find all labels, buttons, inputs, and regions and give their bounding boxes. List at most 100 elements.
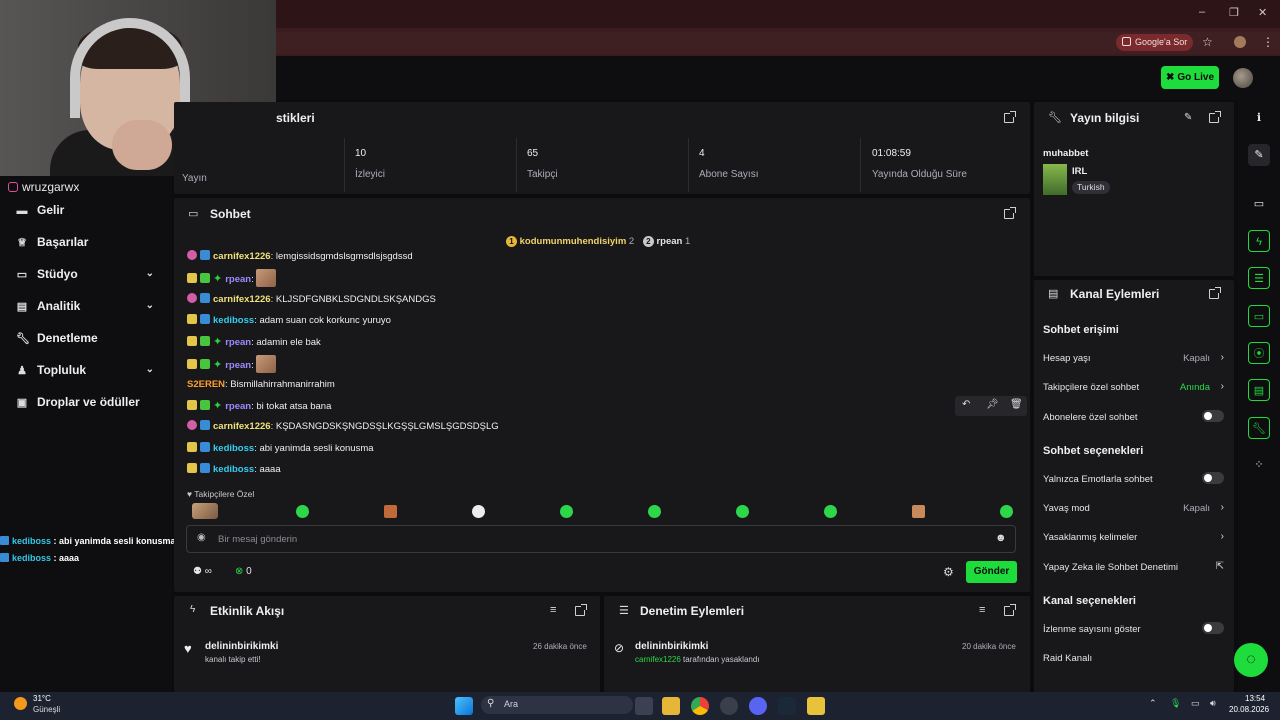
wrench-icon[interactable]: 🔧︎ xyxy=(1248,417,1270,439)
emote-item[interactable] xyxy=(560,505,573,518)
sidebar-item-denetleme[interactable]: 🔧︎ Denetleme xyxy=(16,328,162,348)
minimize-button[interactable]: – xyxy=(1199,6,1205,18)
toggle-switch[interactable] xyxy=(1202,410,1224,422)
chat-username[interactable]: carnifex1226 xyxy=(213,421,271,432)
chat-username[interactable]: rpean xyxy=(225,401,251,412)
popout-icon[interactable] xyxy=(1004,604,1016,616)
emote-item[interactable] xyxy=(472,505,485,518)
clock-time[interactable]: 13:54 xyxy=(1245,694,1265,703)
setting-show-viewcount[interactable]: İzlenme sayısını göster xyxy=(1043,622,1224,635)
chat-username[interactable]: rpean xyxy=(225,360,251,371)
settings-gear-icon[interactable]: ⚙ xyxy=(943,565,954,579)
chat-username[interactable]: kediboss xyxy=(213,315,254,326)
chrome-icon[interactable] xyxy=(691,697,709,715)
emote-item[interactable] xyxy=(648,505,661,518)
chat-username[interactable]: kediboss xyxy=(213,443,254,454)
bookmark-star-icon[interactable]: ☆ xyxy=(1202,35,1213,49)
browser-menu-icon[interactable]: ⋮ xyxy=(1262,35,1274,49)
chat-username[interactable]: S2EREN xyxy=(187,379,225,390)
chat-input[interactable]: ◉ Bir mesaj gönderin ☻ xyxy=(186,525,1016,553)
chat-icon[interactable]: ▭ xyxy=(1248,305,1270,327)
chat-username[interactable]: rpean xyxy=(225,337,251,348)
chat-username[interactable]: kediboss xyxy=(213,464,254,475)
chat-message[interactable]: carnifex1226: lemgissidsgmdslsgmsdlsjsgd… xyxy=(187,248,413,266)
sidebar-item-basarilar[interactable]: ♕ Başarılar xyxy=(16,232,162,252)
lightning-icon[interactable]: ϟ xyxy=(1248,230,1270,252)
profile-icon[interactable] xyxy=(1234,36,1246,48)
windows-start-icon[interactable] xyxy=(455,697,473,715)
chat-message[interactable]: ✦ rpean: xyxy=(187,355,277,373)
pin-icon[interactable]: 📌︎ xyxy=(986,399,999,410)
info-icon[interactable]: ℹ xyxy=(1248,107,1270,129)
clock-date[interactable]: 20.08.2026 xyxy=(1229,705,1269,714)
chat-username[interactable]: carnifex1226 xyxy=(213,251,271,262)
network-icon[interactable]: ▭ xyxy=(1191,698,1200,709)
setting-ai-moderation[interactable]: Yapay Zeka ile Sohbet Denetimi ⇱ xyxy=(1043,561,1224,573)
help-chat-button[interactable]: ◌ xyxy=(1234,643,1268,677)
maximize-button[interactable]: ❐ xyxy=(1229,6,1239,19)
task-view-icon[interactable] xyxy=(635,697,653,715)
popout-icon[interactable] xyxy=(1209,287,1221,299)
file-explorer-icon[interactable] xyxy=(662,697,680,715)
emote-item[interactable] xyxy=(1000,505,1013,518)
stream-category[interactable]: IRL xyxy=(1072,166,1087,177)
popout-icon[interactable] xyxy=(1004,207,1016,219)
chat-message[interactable]: ✦ rpean: adamin ele bak xyxy=(187,333,321,351)
emote-item[interactable] xyxy=(384,505,397,518)
filter-icon[interactable]: ≡ xyxy=(550,604,556,616)
emote-item[interactable] xyxy=(296,505,309,518)
google-ask-button[interactable]: Google'a Sor xyxy=(1116,34,1194,51)
volume-icon[interactable]: 🔊︎ xyxy=(1210,698,1216,709)
chat-message[interactable]: kediboss: abi yanimda sesli konusma xyxy=(187,440,374,458)
sidebar-item-topluluk[interactable]: ♟ Topluluk ⌄ xyxy=(16,360,162,380)
setting-raid-channel[interactable]: Raid Kanalı xyxy=(1043,653,1224,664)
app-icon[interactable] xyxy=(807,697,825,715)
sidebar-item-analitik[interactable]: ▤ Analitik ⌄ xyxy=(16,296,162,316)
close-window-button[interactable]: ✕ xyxy=(1258,6,1267,19)
discord-icon[interactable] xyxy=(749,697,767,715)
reply-icon[interactable]: ↶ xyxy=(962,399,970,410)
chat-message[interactable]: ✦ rpean: xyxy=(187,269,277,287)
sidebar-item-studyo[interactable]: ▭ Stüdyo ⌄ xyxy=(16,264,162,284)
user-avatar[interactable] xyxy=(1233,68,1253,88)
weather-temp[interactable]: 31°C xyxy=(33,694,51,703)
chat-message[interactable]: S2EREN: Bismillahirrahmanirrahim xyxy=(187,376,335,394)
chat-username[interactable]: rpean xyxy=(225,274,251,285)
send-button[interactable]: Gönder xyxy=(966,561,1017,583)
edit-pencil-icon[interactable]: ✎ xyxy=(1184,112,1192,123)
setting-banned-words[interactable]: Yasaklanmış kelimeler › xyxy=(1043,531,1224,543)
tray-chevron-icon[interactable]: ⌃ xyxy=(1149,698,1157,709)
popout-icon[interactable] xyxy=(1004,111,1016,123)
steam-icon[interactable] xyxy=(778,697,796,715)
chat-username[interactable]: carnifex1226 xyxy=(213,294,271,305)
sidebar-item-gelir[interactable]: ▬ Gelir xyxy=(16,200,162,220)
toggle-switch[interactable] xyxy=(1202,622,1224,634)
emoji-icon[interactable]: ☻ xyxy=(995,532,1007,544)
delete-icon[interactable]: 🗑︎ xyxy=(1010,399,1023,410)
popout-icon[interactable] xyxy=(575,604,587,616)
more-icon[interactable]: ⁘ xyxy=(1248,454,1270,476)
filter-icon[interactable]: ≡ xyxy=(979,604,985,616)
mod-action-user[interactable]: delininbirikimki xyxy=(635,641,708,652)
chat-message[interactable]: carnifex1226: KŞDASNGDSKŞNGDSŞLKGŞŞLGMSL… xyxy=(187,418,499,436)
channel-actions-icon[interactable]: ▤ xyxy=(1248,379,1270,401)
chat-message[interactable]: carnifex1226: KLJSDFGNBKLSDGNDLSKŞANDGS xyxy=(187,291,436,309)
go-live-button[interactable]: ✖ Go Live xyxy=(1161,66,1219,89)
microphone-icon[interactable]: 🎙︎ xyxy=(1170,698,1181,709)
setting-followers-only[interactable]: Takipçilere özel sohbet Anında › xyxy=(1043,381,1224,393)
setting-slow-mode[interactable]: Yavaş mod Kapalı › xyxy=(1043,502,1224,514)
setting-account-age[interactable]: Hesap yaşı Kapalı › xyxy=(1043,352,1224,364)
chat-message[interactable]: kediboss: adam suan cok korkunc yuruyo xyxy=(187,312,391,330)
chat-message[interactable]: kediboss: aaaa xyxy=(187,461,281,479)
list-icon[interactable]: ☰ xyxy=(1248,267,1270,289)
chat-message[interactable]: ✦ rpean: bi tokat atsa bana xyxy=(187,397,331,415)
weather-sun-icon[interactable] xyxy=(14,697,27,710)
emote-item[interactable] xyxy=(736,505,749,518)
toggle-switch[interactable] xyxy=(1202,472,1224,484)
layout-icon[interactable]: ▭ xyxy=(1248,193,1270,215)
emote-item[interactable] xyxy=(912,505,925,518)
broadcast-icon[interactable]: ⦿ xyxy=(1248,342,1270,364)
sidebar-item-droplar[interactable]: ▣ Droplar ve ödüller xyxy=(16,392,162,412)
emote-item[interactable] xyxy=(192,503,218,519)
popout-icon[interactable] xyxy=(1209,111,1221,123)
